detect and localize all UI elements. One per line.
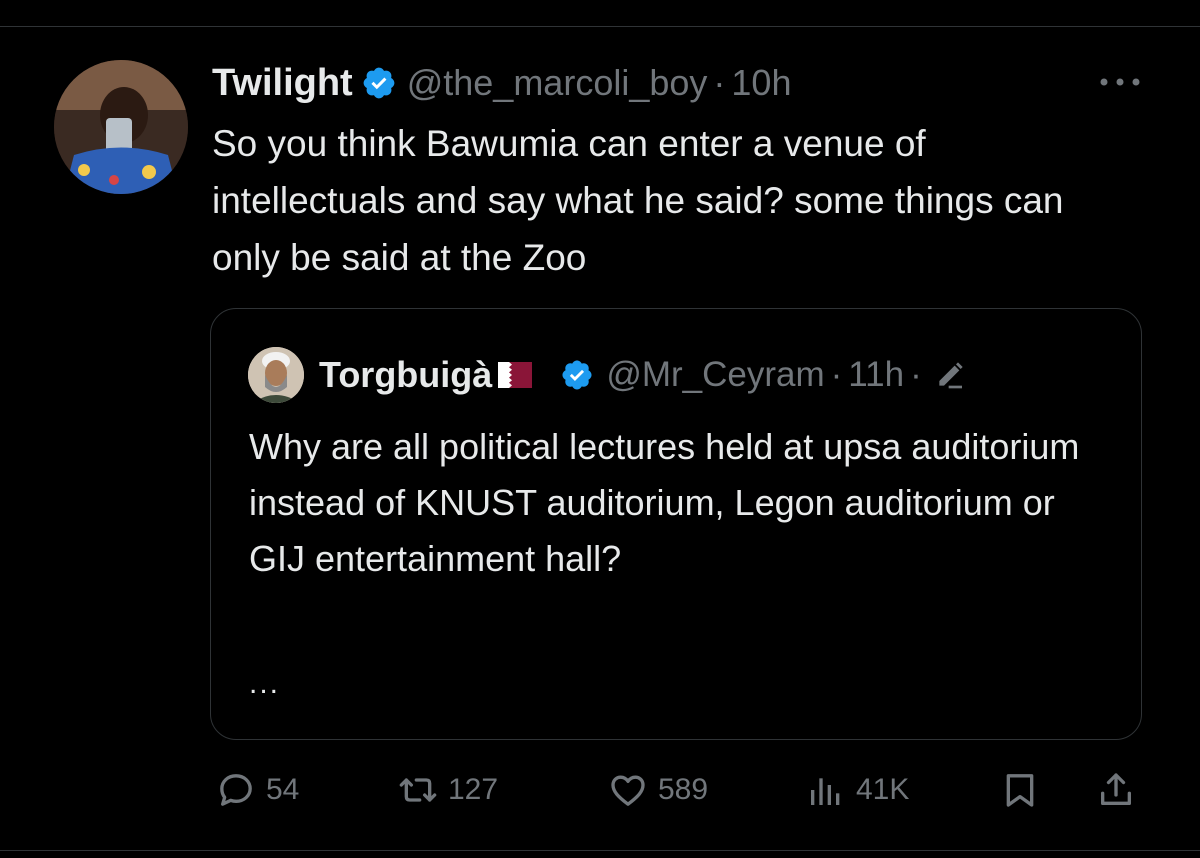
quoted-tweet-text: Why are all political lectures held at u… [249, 426, 1080, 579]
share-button[interactable] [1096, 768, 1136, 812]
separator-dot: · [713, 62, 726, 103]
repost-button[interactable]: 127 [398, 768, 498, 812]
share-icon [1101, 773, 1131, 805]
tweet-timestamp[interactable]: 10h [731, 62, 791, 104]
verified-badge-icon [562, 360, 592, 390]
like-count: 589 [658, 773, 709, 806]
bookmark-icon [1006, 774, 1034, 807]
repost-icon [399, 778, 437, 802]
quoted-author-handle[interactable]: @Mr_Ceyram [606, 355, 824, 395]
views-icon [811, 778, 840, 805]
views-count: 41K [856, 773, 910, 806]
like-button[interactable]: 589 [608, 768, 708, 812]
top-divider [0, 26, 1200, 27]
separator-dot: · [830, 355, 843, 394]
author-avatar[interactable] [54, 60, 188, 194]
reply-count: 54 [266, 773, 300, 806]
author-name[interactable]: Twilight [212, 62, 353, 105]
views-button[interactable]: 41K [806, 768, 909, 812]
author-handle[interactable]: @the_marcoli_boy [407, 62, 708, 104]
bookmark-button[interactable] [1000, 768, 1040, 812]
show-more-ellipsis[interactable]: ... [249, 667, 280, 701]
flag-icon [498, 362, 533, 388]
quoted-author-name[interactable]: Torgbuigà [319, 354, 492, 396]
edit-icon [939, 362, 963, 389]
separator-dot: · [910, 355, 922, 394]
verified-badge-icon [363, 67, 395, 99]
like-icon [611, 775, 645, 806]
repost-count: 127 [448, 773, 499, 806]
reply-icon [220, 774, 252, 806]
tweet-text: So you think Bawumia can enter a venue o… [212, 123, 1064, 278]
reply-button[interactable]: 54 [216, 768, 299, 812]
quoted-tweet-header: Torgbuigà @Mr_Ceyram · 11h · [319, 352, 966, 398]
more-options-button[interactable] [1098, 64, 1142, 100]
bottom-divider [0, 850, 1200, 851]
more-icon [1100, 78, 1140, 86]
quoted-tweet-card[interactable]: Torgbuigà @Mr_Ceyram · 11h · Why are all… [210, 308, 1142, 740]
quoted-author-avatar[interactable] [248, 347, 304, 403]
quoted-tweet-timestamp[interactable]: 11h [848, 355, 904, 395]
tweet-header: Twilight @the_marcoli_boy · 10h [212, 58, 791, 108]
